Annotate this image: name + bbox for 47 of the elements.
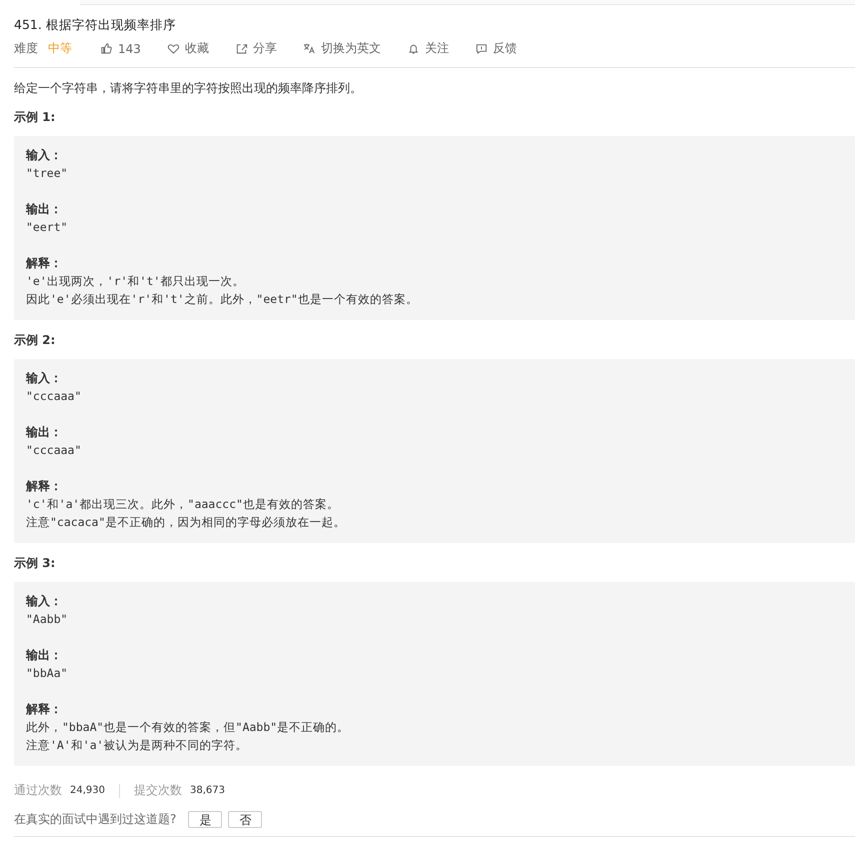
- stat-value: 38,673: [190, 785, 225, 796]
- answer-button[interactable]: 是: [188, 811, 222, 828]
- example-text: "Aabb": [26, 611, 69, 628]
- interview-question: 在真实的面试中遇到过这道题?: [14, 811, 176, 828]
- like-button[interactable]: 143: [100, 42, 141, 56]
- example-heading: 示例 1:: [14, 109, 56, 126]
- favorite-button[interactable]: 收藏: [166, 40, 209, 57]
- example-label: 解释：: [26, 478, 63, 495]
- bell-icon: [406, 42, 420, 55]
- answer-button[interactable]: 否: [228, 811, 262, 828]
- example-text: 注意'A'和'a'被认为是两种不同的字符。: [26, 737, 249, 754]
- example-text: 'e'出现两次，'r'和't'都只出现一次。: [26, 273, 246, 290]
- example-text: 此外，"bbaA"也是一个有效的答案，但"Aabb"是不正确的。: [26, 719, 350, 736]
- example-text: "tree": [26, 165, 69, 182]
- share-button[interactable]: 分享: [234, 40, 277, 57]
- example-label: 解释：: [26, 701, 63, 718]
- example-text: "cccaaa": [26, 442, 82, 459]
- stat-label: 提交次数: [134, 782, 182, 799]
- translate-button[interactable]: 切换为英文: [302, 40, 381, 57]
- example-label: 解释：: [26, 255, 63, 272]
- feedback-button[interactable]: 反馈: [474, 40, 517, 57]
- difficulty-value: 中等: [48, 40, 72, 57]
- problem-description: 给定一个字符串，请将字符串里的字符按照出现的频率降序排列。: [14, 80, 363, 97]
- example-heading: 示例 2:: [14, 332, 56, 349]
- example-text: "eert": [26, 219, 69, 236]
- speech-bubble-icon: [474, 42, 488, 55]
- example-text: "cccaaa": [26, 388, 82, 405]
- example-text: 'c'和'a'都出现三次。此外，"aaaccc"也是有效的答案。: [26, 496, 340, 513]
- example-label: 输出：: [26, 647, 63, 664]
- example-label: 输出：: [26, 424, 63, 441]
- example-label: 输入：: [26, 593, 63, 610]
- difficulty-label: 难度: [14, 40, 38, 57]
- heart-icon: [166, 42, 180, 55]
- example-label: 输入：: [26, 370, 63, 387]
- example-label: 输入：: [26, 147, 63, 164]
- problem-title: 451. 根据字符出现频率排序: [14, 17, 177, 34]
- stat-value: 24,930: [70, 785, 105, 796]
- example-label: 输出：: [26, 201, 63, 218]
- follow-button[interactable]: 关注: [406, 40, 449, 57]
- share-icon: [234, 42, 248, 55]
- example-text: 因此'e'必须出现在'r'和't'之前。此外，"eetr"也是一个有效的答案。: [26, 291, 419, 308]
- example-heading: 示例 3:: [14, 555, 56, 572]
- translate-icon: [302, 42, 316, 55]
- thumbs-up-icon: [100, 42, 113, 55]
- example-text: "bbAa": [26, 665, 69, 682]
- example-text: 注意"cacaca"是不正确的，因为相同的字母必须放在一起。: [26, 514, 346, 531]
- stat-label: 通过次数: [14, 782, 62, 799]
